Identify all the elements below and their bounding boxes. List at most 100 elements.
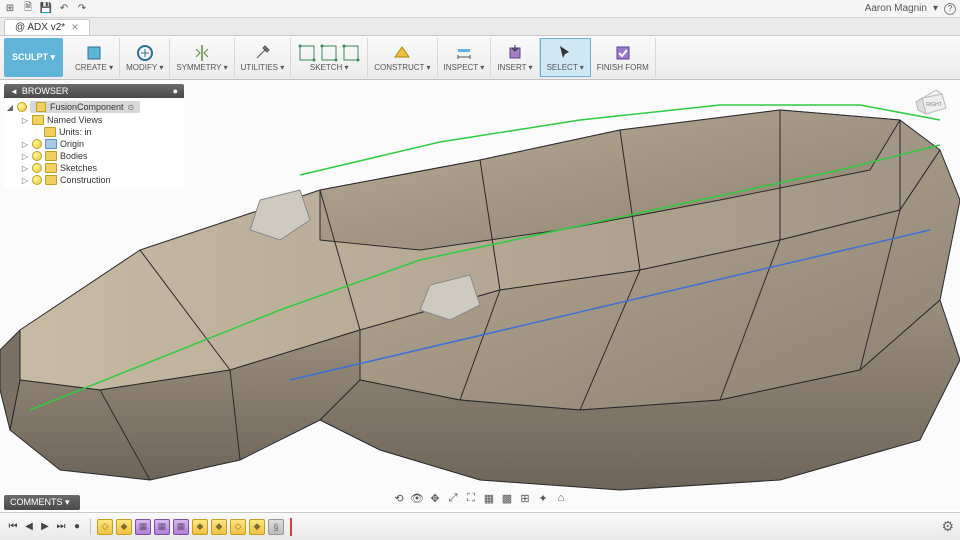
nav-pan-icon[interactable]: ✥ [427,490,443,506]
browser-collapse-icon[interactable]: ◄ [10,87,18,96]
timeline-control-button[interactable]: ● [70,520,84,534]
feature-icon: ◆ [197,521,204,532]
timeline-marker[interactable] [290,518,292,536]
viewcube-face-label: RIGHT [926,102,942,108]
comments-title: COMMENTS ▾ [10,497,70,508]
ribbon-label: SKETCH ▾ [310,63,349,72]
qat-grid-icon[interactable]: ⊞ [4,3,16,15]
sketch-icon [341,43,361,63]
tree-toggle-icon[interactable]: ◢ [6,103,14,112]
qat-file-icon[interactable]: 🗎 [22,3,34,15]
timeline-feature[interactable]: ▦ [173,519,189,535]
qat-save-icon[interactable]: 💾 [40,3,52,15]
tree-item[interactable]: ▷Named Views [4,114,184,126]
ribbon-inspect-button[interactable]: INSPECT ▾ [438,38,492,77]
timeline-control-button[interactable]: ◀ [22,520,36,534]
nav-look-icon[interactable]: 👁 [409,490,425,506]
qat-redo-icon[interactable]: ↷ [76,3,88,15]
comments-bar[interactable]: COMMENTS ▾ [4,495,80,510]
visibility-bulb-icon[interactable] [17,102,27,112]
user-name[interactable]: Aaron Magnin [865,3,927,14]
tree-toggle-icon[interactable]: ▷ [21,164,29,173]
feature-icon: § [273,522,278,532]
inspect-icon [454,43,474,63]
nav-zoom-icon[interactable]: ⤢ [445,490,461,506]
browser-title: BROWSER [22,86,69,96]
timeline-feature[interactable]: ◆ [192,519,208,535]
tree-toggle-icon[interactable]: ▷ [21,140,29,149]
timeline-feature[interactable]: ◆ [249,519,265,535]
browser-pin-icon[interactable]: ● [173,86,178,96]
nav-grid-icon[interactable]: ▩ [499,490,515,506]
utilities-icon [252,43,272,63]
feature-icon: ▦ [158,521,167,532]
folder-icon [45,151,57,161]
timeline-feature[interactable]: ◆ [211,519,227,535]
component-menu-icon[interactable]: ⊙ [128,103,135,112]
nav-orbit-icon[interactable]: ⟲ [391,490,407,506]
tree-item[interactable]: ▷Sketches [4,162,184,174]
tree-item-label: Construction [60,175,111,185]
ribbon-construct-button[interactable]: CONSTRUCT ▾ [368,38,437,77]
timeline-feature[interactable]: ◇ [97,519,113,535]
ribbon-label: CREATE ▾ [75,63,113,72]
document-tab-bar: @ ADX v2* ✕ [0,18,960,36]
ribbon-label: CONSTRUCT ▾ [374,63,430,72]
ribbon-create-button[interactable]: CREATE ▾ [69,38,120,77]
tree-item[interactable]: Units: in [4,126,184,138]
ribbon-sketch-button[interactable]: SKETCH ▾ [291,38,368,77]
feature-icon: ◇ [102,521,109,532]
workspace-switcher[interactable]: SCULPT ▾ [4,38,63,77]
tree-toggle-icon[interactable]: ▷ [21,176,29,185]
folder-icon [32,115,44,125]
ribbon-insert-button[interactable]: INSERT ▾ [491,38,539,77]
nav-snap-icon[interactable]: ⊞ [517,490,533,506]
view-cube[interactable]: RIGHT [912,86,952,126]
ribbon-finish-button[interactable]: FINISH FORM [591,38,656,77]
document-tab[interactable]: @ ADX v2* ✕ [4,19,90,35]
timeline-feature[interactable]: ▦ [154,519,170,535]
ribbon-utilities-button[interactable]: UTILITIES ▾ [235,38,292,77]
ribbon-label: SELECT ▾ [547,63,584,72]
visibility-bulb-icon[interactable] [32,151,42,161]
close-icon[interactable]: ✕ [71,22,79,33]
timeline-control-button[interactable]: ⏭ [54,520,68,534]
component-icon [36,102,46,112]
timeline-feature[interactable]: § [268,519,284,535]
tree-item[interactable]: ▷Bodies [4,150,184,162]
visibility-bulb-icon[interactable] [32,139,42,149]
document-tab-title: @ ADX v2* [15,22,65,33]
construct-icon [392,43,412,63]
timeline-feature[interactable]: ▦ [135,519,151,535]
tree-toggle-icon[interactable]: ▷ [21,152,29,161]
visibility-bulb-icon[interactable] [32,163,42,173]
tree-item[interactable]: ▷Origin [4,138,184,150]
browser-header[interactable]: ◄ BROWSER ● [4,84,184,98]
gear-icon[interactable]: ⚙ [941,518,954,535]
tree-toggle-icon[interactable]: ▷ [21,116,29,125]
feature-icon: ◆ [121,521,128,532]
nav-fit-icon[interactable]: ⛶ [463,490,479,506]
visibility-bulb-icon[interactable] [32,175,42,185]
qat-undo-icon[interactable]: ↶ [58,3,70,15]
ribbon-select-button[interactable]: SELECT ▾ [540,38,591,77]
tree-root[interactable]: ◢ FusionComponent ⊙ [4,100,184,114]
nav-effects-icon[interactable]: ✦ [535,490,551,506]
ribbon-symmetry-button[interactable]: SYMMETRY ▾ [170,38,234,77]
folder-icon [45,139,57,149]
sketch-icon [319,43,339,63]
tree-item[interactable]: ▷ Construction [4,174,184,186]
timeline-feature[interactable]: ◆ [116,519,132,535]
select-icon [555,43,575,63]
nav-camera-icon[interactable]: ⌂ [553,490,569,506]
user-menu-chevron-icon[interactable]: ▾ [933,3,938,14]
help-icon[interactable]: ? [944,3,956,15]
timeline-feature[interactable]: ◇ [230,519,246,535]
timeline-control-button[interactable]: ▶ [38,520,52,534]
timeline-control-button[interactable]: ⏮ [6,520,20,534]
nav-display-icon[interactable]: ▦ [481,490,497,506]
tree-item-label: Units: in [59,127,92,137]
symmetry-icon [192,43,212,63]
feature-icon: ◆ [216,521,223,532]
ribbon-modify-button[interactable]: MODIFY ▾ [120,38,170,77]
